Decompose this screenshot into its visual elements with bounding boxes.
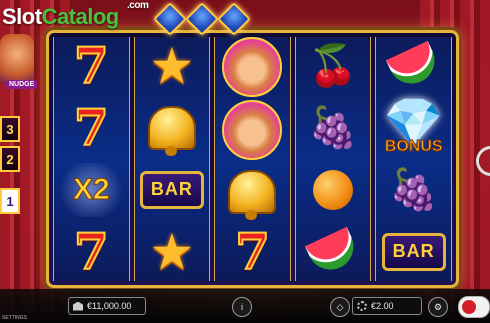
reel-cell xyxy=(296,161,371,220)
tiny-label: SETTINGS xyxy=(2,315,28,321)
jester-symbol-icon xyxy=(222,100,283,160)
bonus-label: BONUS xyxy=(384,138,443,156)
reel-4: 🍒 🍇 xyxy=(294,37,372,281)
reel-cell: 7 xyxy=(54,37,129,96)
gear-icon: ⚙ xyxy=(433,301,443,312)
nudge-count-1: 1 xyxy=(0,188,20,214)
reel-cell: 7 xyxy=(54,222,129,281)
autoplay-toggle[interactable] xyxy=(458,296,490,318)
bet-value: €2.00 xyxy=(371,301,394,311)
watermelon-symbol-icon xyxy=(385,41,442,92)
bonus-symbol: 💎 BONUS xyxy=(384,100,444,156)
balance-display: €11,000.00 xyxy=(68,297,146,315)
star-symbol-icon: ★ xyxy=(149,38,195,95)
grape-symbol-icon: 🍇 xyxy=(388,167,439,212)
cherry-symbol-icon: 🍒 xyxy=(308,44,358,89)
reel-grid: 7 7 X2 7 ★ BAR ★ 7 🍒 🍇 💎 BONUS 🍇 BAR xyxy=(46,30,459,288)
nudge-count-2: 2 xyxy=(0,146,20,172)
top-lights xyxy=(153,2,251,36)
nudge-label: NUDGE xyxy=(6,80,38,89)
seven-symbol-icon: 7 xyxy=(73,221,110,281)
bank-icon xyxy=(73,301,83,311)
info-icon: i xyxy=(241,302,243,312)
info-button[interactable]: i xyxy=(232,297,252,317)
reel-cell: BAR xyxy=(135,161,210,220)
seven-symbol-icon: 7 xyxy=(73,36,110,96)
reel-cell: ★ xyxy=(135,37,210,96)
reel-cell: 🍇 xyxy=(376,161,451,220)
gem-light-icon xyxy=(185,2,219,36)
bell-symbol-icon xyxy=(228,169,277,220)
logo-com: .com xyxy=(127,0,149,11)
reel-cell: 💎 BONUS xyxy=(376,99,451,158)
reel-5: 💎 BONUS 🍇 BAR xyxy=(375,37,452,281)
reel-cell: X2 xyxy=(54,161,129,220)
reel-cell: 7 xyxy=(215,224,290,282)
nudge-count-3: 3 xyxy=(0,116,20,142)
chip-icon xyxy=(357,301,367,311)
jester-icon xyxy=(0,34,34,84)
seven-symbol-icon: 7 xyxy=(73,98,110,158)
orange-symbol-icon xyxy=(313,169,354,210)
logo-catalog: Catalog xyxy=(41,4,120,29)
reel-cell: ★ xyxy=(135,222,210,281)
reel-cell xyxy=(215,163,290,221)
reel-cell xyxy=(296,222,371,281)
arrows-icon: ◇ xyxy=(336,301,344,312)
reel-cell xyxy=(135,99,210,158)
reel-cell xyxy=(215,100,290,160)
bell-symbol-icon xyxy=(147,106,196,157)
gem-light-icon xyxy=(217,2,251,36)
reel-cell: 🍇 xyxy=(296,99,371,158)
bar-symbol-icon: BAR xyxy=(139,170,204,209)
balance-value: €11,000.00 xyxy=(87,301,132,311)
reel-cell xyxy=(376,37,451,96)
reel-1: 7 7 X2 7 xyxy=(53,37,130,281)
settings-button[interactable]: ⚙ xyxy=(428,297,448,317)
watermelon-symbol-icon xyxy=(305,226,362,277)
toggle-knob xyxy=(462,300,476,314)
grape-symbol-icon: 🍇 xyxy=(308,106,358,151)
nudge-panel: NUDGE 3 2 1 xyxy=(0,30,46,280)
reel-cell: BAR xyxy=(376,222,451,281)
site-logo: SlotCatalog .com xyxy=(2,0,149,30)
seven-symbol-icon: 7 xyxy=(234,222,271,282)
gem-light-icon xyxy=(153,2,187,36)
bet-adjust-button[interactable]: ◇ xyxy=(330,297,350,317)
reel-cell: 🍒 xyxy=(296,37,371,96)
reel-cell xyxy=(215,37,290,97)
reel-3: 7 xyxy=(214,37,291,281)
reel-2: ★ BAR ★ xyxy=(133,37,211,281)
bet-display[interactable]: €2.00 xyxy=(352,297,422,315)
star-symbol-icon: ★ xyxy=(149,223,195,280)
reel-cell: 7 xyxy=(54,99,129,158)
jester-symbol-icon xyxy=(222,37,283,97)
bar-symbol-icon: BAR xyxy=(381,232,446,271)
multiplier-symbol: X2 xyxy=(55,162,128,217)
logo-slot: Slot xyxy=(2,4,42,29)
